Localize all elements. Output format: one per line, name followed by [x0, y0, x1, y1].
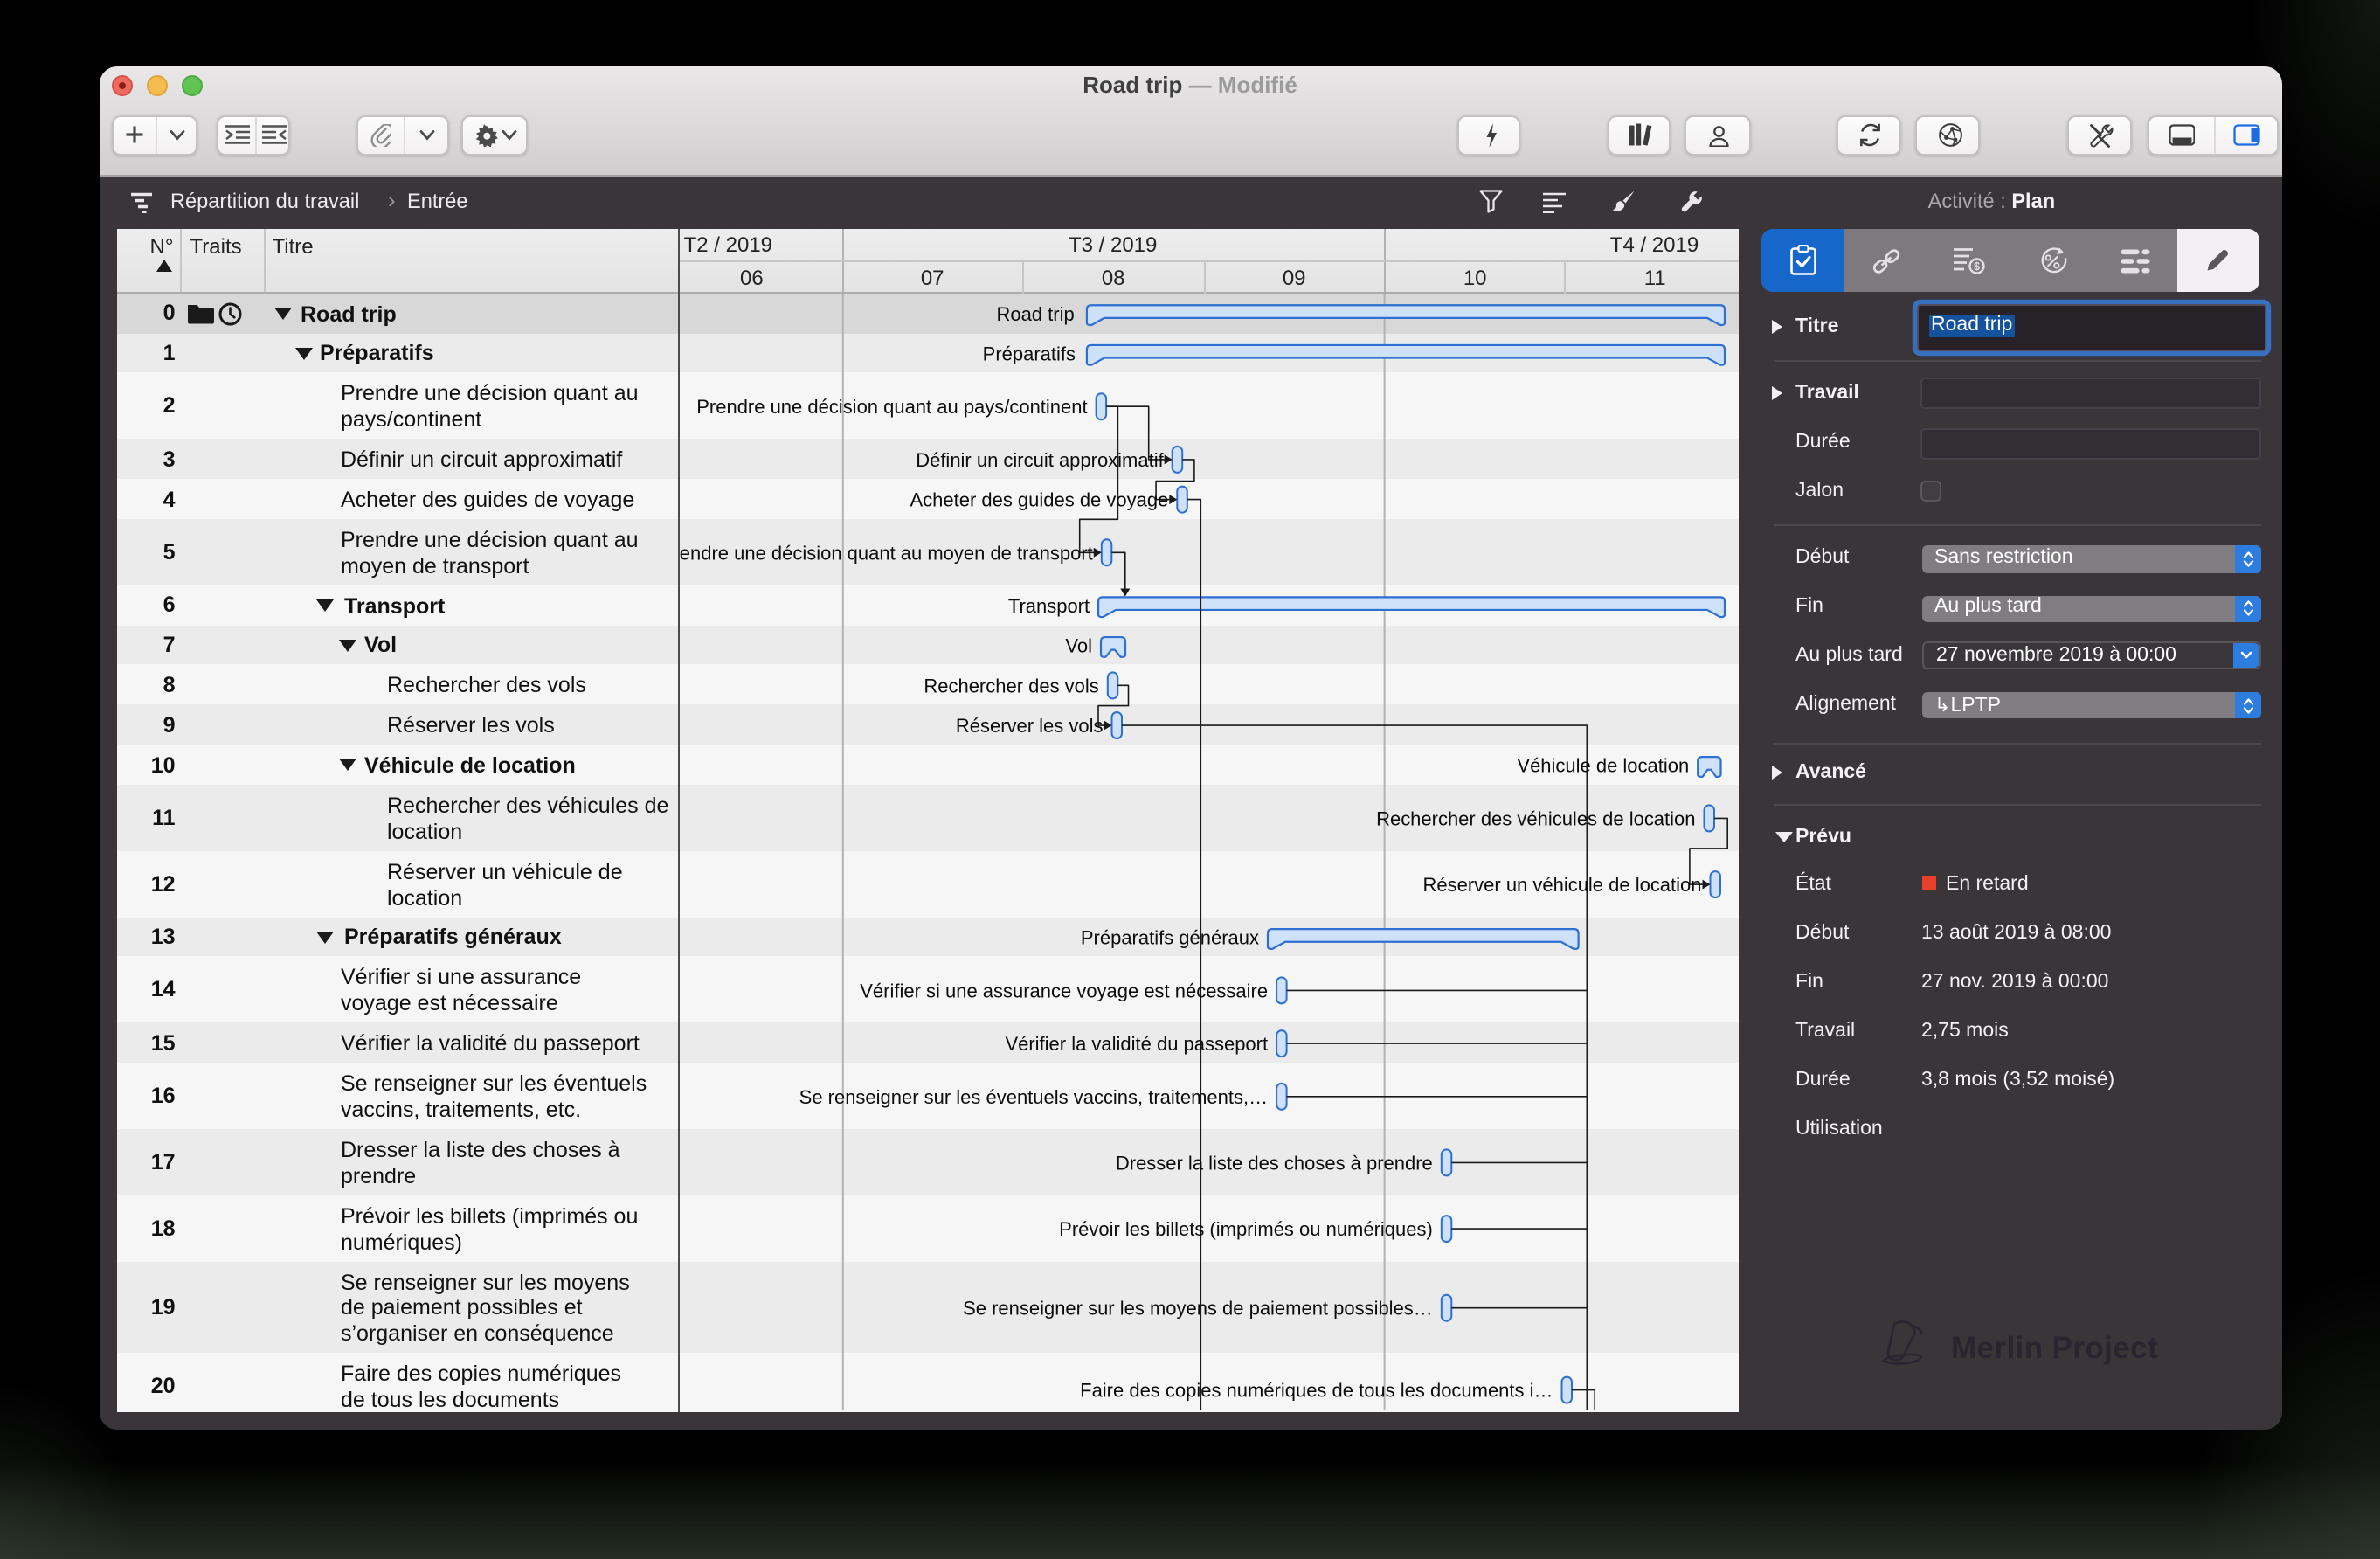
svg-text:$: $ — [1974, 261, 1980, 274]
